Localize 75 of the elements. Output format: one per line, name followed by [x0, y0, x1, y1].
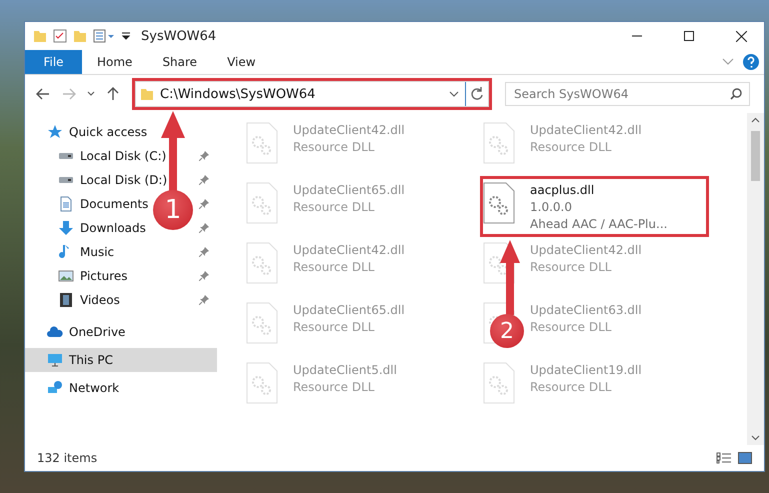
chevron-icon: [87, 91, 95, 97]
sidebar-item[interactable]: Downloads: [80, 221, 146, 235]
file-name[interactable]: aacplus.dll: [530, 182, 668, 199]
pin-icon[interactable]: [199, 295, 209, 305]
sidebar-item[interactable]: Documents: [80, 197, 148, 211]
file-detail: Resource DLL: [530, 319, 612, 336]
sidebar-item[interactable]: Quick access: [69, 125, 148, 139]
file-detail: Resource DLL: [293, 319, 376, 336]
pin-icon[interactable]: [199, 199, 209, 209]
ribbon-tab[interactable]: Share: [147, 50, 212, 74]
pin-icon[interactable]: [199, 223, 209, 233]
sidebar-item[interactable]: Videos: [80, 293, 120, 307]
chevron-icon[interactable]: [449, 90, 459, 98]
ribbon-tab[interactable]: Home: [82, 50, 148, 74]
item-count: 132 items: [37, 451, 98, 465]
forward-arrow-icon: [62, 88, 76, 100]
file-detail: Resource DLL: [293, 139, 376, 156]
monitor-icon: [47, 352, 63, 368]
pin-icon[interactable]: [199, 247, 209, 257]
search-field[interactable]: Search SysWOW64: [505, 82, 750, 106]
gear-file-icon: [246, 302, 278, 344]
sidebar-item[interactable]: Pictures: [80, 269, 128, 283]
up-arrow-icon: [107, 87, 119, 101]
scrollbar[interactable]: [747, 113, 764, 445]
back-arrow-icon: [36, 88, 50, 100]
gear-file-icon: [483, 122, 515, 164]
sidebar-item[interactable]: This PC: [25, 348, 217, 372]
dropdown-icon[interactable]: [121, 31, 131, 41]
network-icon: [47, 380, 63, 396]
star-icon: [47, 124, 63, 140]
scroll-down-icon[interactable]: [751, 435, 760, 441]
sidebar-item[interactable]: Local Disk (C:): [80, 149, 166, 163]
file-detail: Resource DLL: [293, 199, 376, 216]
gear-file-icon: [483, 182, 515, 224]
gear-file-icon: [246, 122, 278, 164]
gear-file-icon: [483, 362, 515, 404]
file-detail: Ahead AAC / AAC-Plu...: [530, 216, 668, 233]
details-view-icon[interactable]: [716, 452, 732, 464]
search-icon: [730, 88, 742, 100]
thumbnail-view-icon[interactable]: [738, 452, 752, 464]
gear-file-icon: [246, 182, 278, 224]
sidebar-item[interactable]: Local Disk (D:): [80, 173, 168, 187]
gear-file-icon: [246, 242, 278, 284]
file-detail: 1.0.0.0: [530, 199, 573, 216]
scroll-up-icon[interactable]: [751, 117, 760, 123]
sidebar-item[interactable]: Network: [69, 381, 120, 395]
file-detail: Resource DLL: [293, 259, 376, 276]
window-title: SysWOW64: [141, 28, 218, 44]
ribbon-tab[interactable]: File: [25, 50, 82, 74]
sidebar-item[interactable]: OneDrive: [69, 325, 126, 339]
pin-icon[interactable]: [199, 175, 209, 185]
properties-icon[interactable]: [93, 29, 115, 43]
folder-icon: [140, 87, 154, 101]
file-detail: Resource DLL: [530, 139, 612, 156]
ribbon-tab[interactable]: View: [212, 50, 271, 74]
drive-icon: [58, 176, 74, 184]
address-bar[interactable]: C:\Windows\SysWOW64: [135, 81, 489, 107]
film-icon: [58, 292, 74, 308]
file-detail: Resource DLL: [530, 259, 612, 276]
document-icon: [58, 196, 74, 212]
drive-icon: [58, 152, 74, 160]
gear-file-icon: [246, 362, 278, 404]
picture-icon: [58, 268, 74, 284]
checklist-icon[interactable]: [53, 29, 67, 43]
scrollbar-thumb[interactable]: [751, 131, 760, 181]
sidebar-item[interactable]: Music: [80, 245, 114, 259]
arrow-icon: [499, 239, 521, 317]
maximize-icon: [684, 31, 694, 41]
down-arrow-icon: [58, 220, 74, 236]
pin-icon[interactable]: [199, 151, 209, 161]
pin-icon[interactable]: [199, 271, 209, 281]
cloud-icon: [47, 324, 63, 340]
file-detail: Resource DLL: [293, 379, 376, 396]
file-detail: Resource DLL: [530, 379, 612, 396]
close-icon: [736, 30, 746, 42]
